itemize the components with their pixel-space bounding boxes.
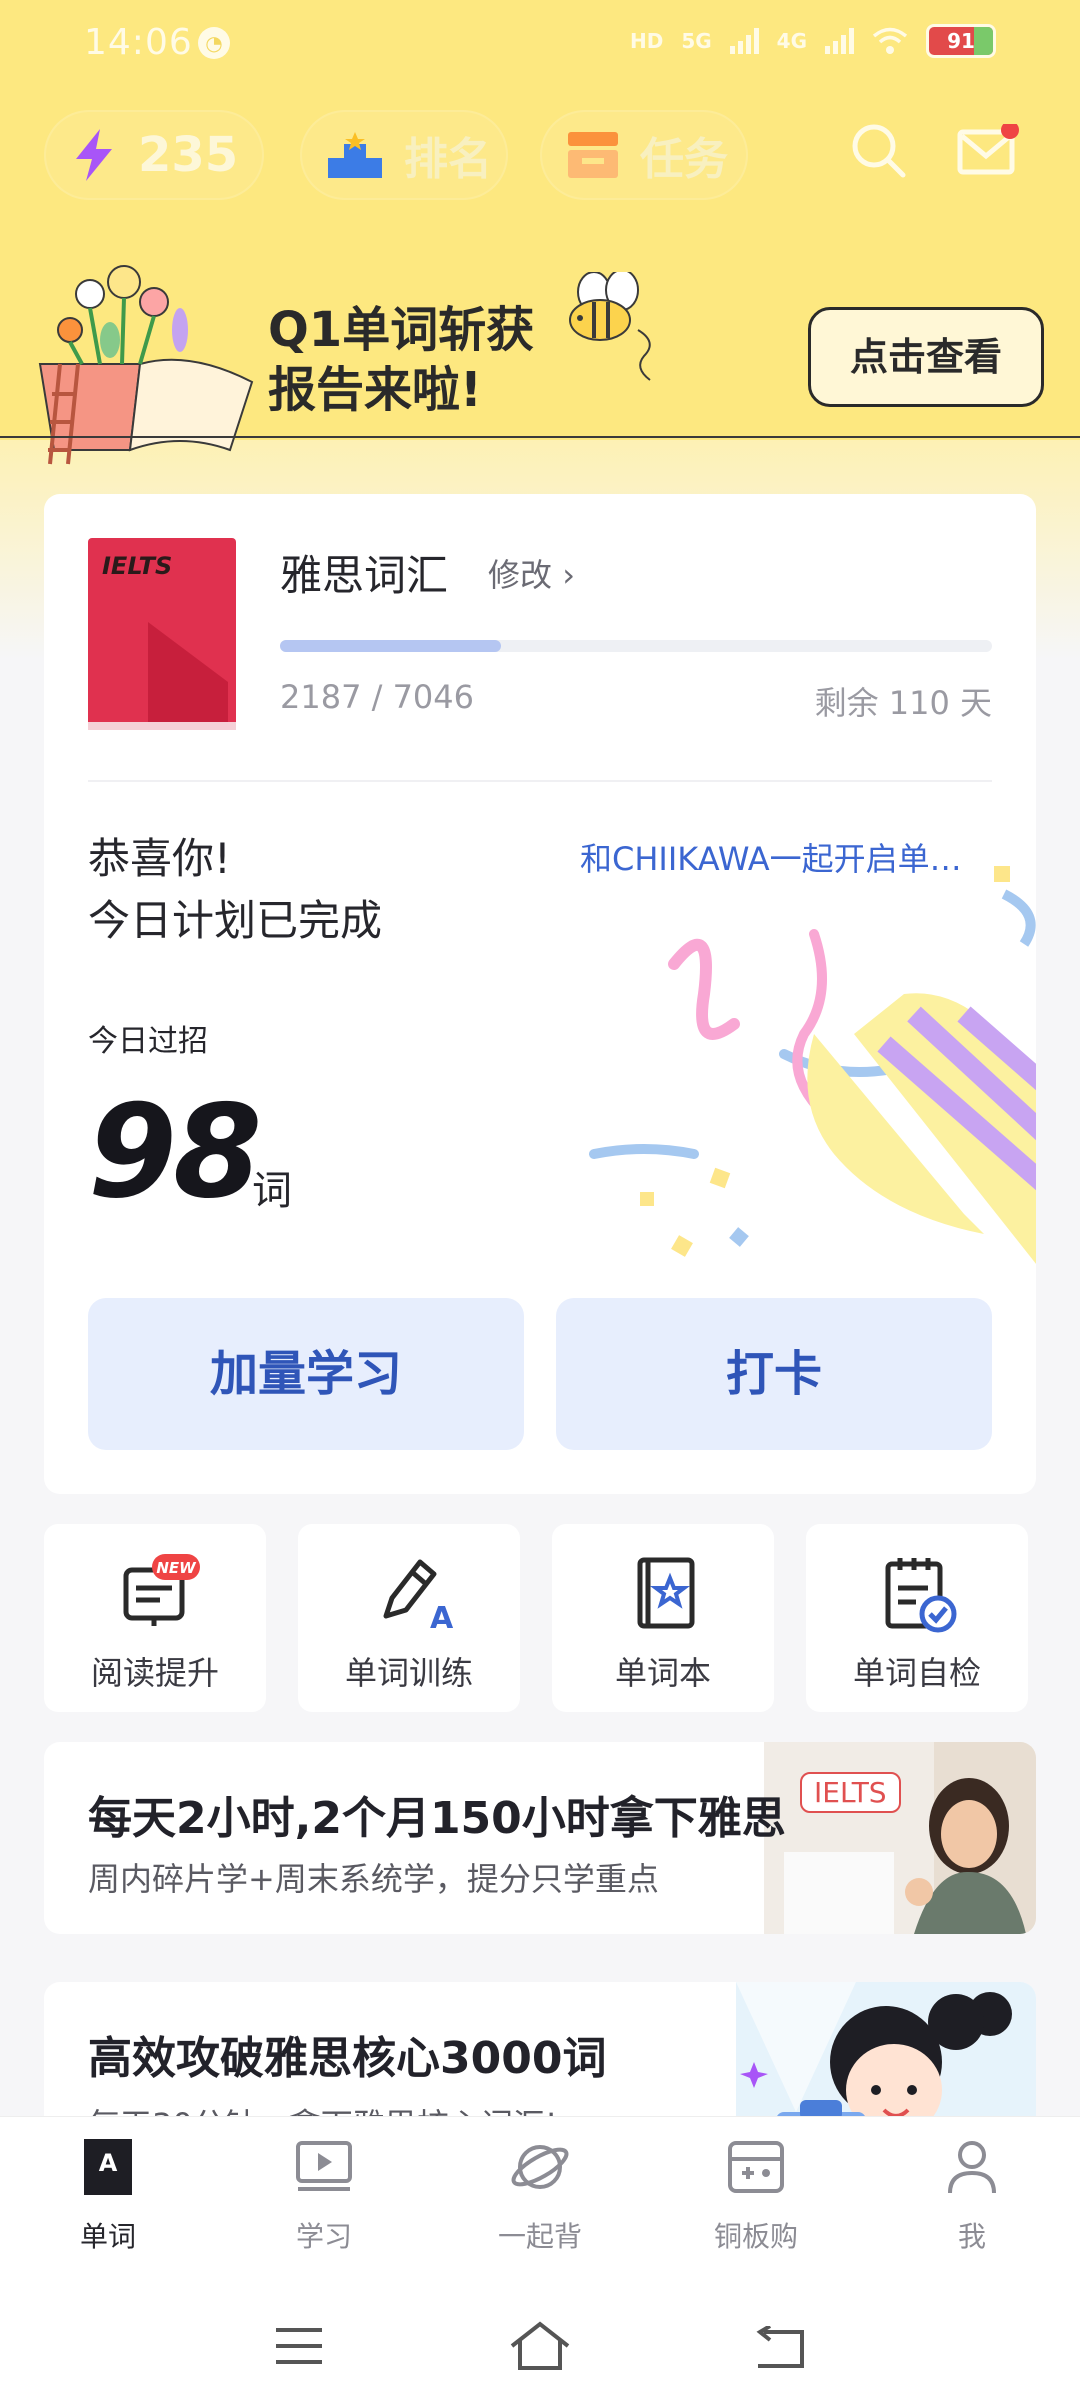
banner-title-line2: 报告来啦! (268, 362, 482, 418)
today-word-count: 98 (88, 1078, 262, 1227)
energy-count: 235 (138, 127, 239, 183)
banner-title: Q1单词斩获 报告来啦! (268, 300, 534, 420)
app-badge-icon: ◔ (198, 27, 230, 59)
svg-text:A: A (430, 1601, 454, 1634)
nav-shop[interactable]: 铜板购 (676, 2137, 836, 2255)
today-word-unit: 词 (252, 1168, 292, 1214)
bee-illustration (569, 272, 651, 381)
tool-self-check[interactable]: 单词自检 (806, 1524, 1028, 1712)
signal-5g-icon (729, 28, 759, 54)
tool-word-training-label: 单词训练 (344, 1654, 473, 1692)
5g-label: 5G (681, 29, 712, 53)
promo-title: 每天2小时,2个月150小时拿下雅思 (88, 1793, 786, 1844)
tool-reading-label: 阅读提升 (90, 1654, 219, 1692)
promo-card-ielts-plan[interactable]: IELTS 每天2小时,2个月150小时拿下雅思 周内碎片学+周末系统学，提分只… (44, 1742, 1036, 1934)
status-time: 14:06 (84, 22, 193, 63)
task-button[interactable]: 任务 (540, 110, 748, 200)
rank-label: 排名 (404, 134, 492, 185)
wifi-icon (872, 27, 908, 54)
congrats-line2: 今日计划已完成 (88, 896, 383, 945)
nav-word-label: 单词 (79, 2220, 136, 2253)
shop-icon (728, 2141, 784, 2193)
promo-title: 高效攻破雅思核心3000词 (88, 2033, 607, 2084)
wordbook-icon (637, 1557, 695, 1629)
nav-me[interactable]: 我 (892, 2137, 1052, 2255)
airplane-tail-icon (148, 622, 228, 722)
today-label: 今日过招 (88, 1024, 208, 1059)
tool-wordbook-label: 单词本 (614, 1654, 711, 1692)
congrats-line1: 恭喜你! (88, 834, 231, 883)
lightning-icon (76, 129, 112, 181)
chevron-right-icon: › (562, 556, 575, 594)
tool-self-check-label: 单词自检 (852, 1654, 981, 1692)
energy-button[interactable]: 235 (44, 110, 264, 200)
tool-word-training[interactable]: A 单词训练 (298, 1524, 520, 1712)
study-icon (296, 2141, 352, 2191)
banner-title-line1: Q1单词斩获 (268, 302, 535, 358)
student-photo (764, 1742, 1036, 1934)
nav-study-label: 学习 (295, 2220, 352, 2253)
task-icon (568, 132, 618, 178)
new-badge: NEW (156, 1559, 197, 1577)
nav-together[interactable]: 一起背 (460, 2137, 620, 2255)
ielts-tag: IELTS (800, 1772, 901, 1813)
system-navigation-bar (0, 2286, 1080, 2408)
chiikawa-link[interactable]: 和CHIIKAWA一起开启单… (580, 834, 992, 880)
mail-icon[interactable] (956, 124, 1020, 180)
4g-label: 4G (776, 29, 807, 53)
nav-study[interactable]: 学习 (244, 2137, 404, 2255)
word-icon: A (84, 2139, 132, 2195)
book-cover[interactable]: IELTS (88, 538, 236, 730)
profile-icon (948, 2141, 996, 2194)
status-bar: 14:06 ◔ HD 5G 4G 91 (0, 0, 1080, 90)
tool-wordbook[interactable]: 单词本 (552, 1524, 774, 1712)
book-spine (88, 722, 236, 730)
congrats-message: 恭喜你! 今日计划已完成 (88, 828, 382, 952)
status-indicators: HD 5G 4G 91 (630, 24, 996, 58)
progress-count: 2187 / 7046 (280, 678, 474, 716)
progress-bar (280, 640, 992, 652)
search-icon[interactable] (848, 120, 908, 180)
battery-icon: 91 (926, 24, 996, 58)
modify-label: 修改 (488, 556, 553, 594)
signal-4g-icon (825, 28, 854, 54)
study-plan-card: IELTS 雅思词汇 修改 › 2187 / 7046 剩余 110 天 恭喜你… (44, 494, 1036, 1494)
task-label: 任务 (640, 134, 728, 185)
podium-icon (328, 132, 382, 178)
rank-button[interactable]: 排名 (300, 110, 508, 200)
planet-icon (511, 2145, 569, 2189)
banner-view-button[interactable]: 点击查看 (808, 307, 1044, 407)
menu-icon[interactable] (274, 2326, 324, 2366)
battery-level: 91 (947, 29, 975, 53)
reading-icon: NEW (123, 1554, 200, 1626)
pencil-icon: A (383, 1559, 454, 1634)
modify-book-link[interactable]: 修改 › (488, 550, 575, 596)
hd-label: HD (629, 29, 664, 53)
nav-word[interactable]: A 单词 (28, 2137, 188, 2255)
bottom-navigation: A 单词 学习 一起背 铜板购 我 (0, 2116, 1080, 2286)
checklist-icon (885, 1558, 957, 1633)
promo-subtitle: 周内碎片学+周末系统学，提分只学重点 (88, 1860, 659, 1898)
mail-unread-dot (1001, 124, 1019, 139)
banner-divider (0, 436, 1080, 438)
extra-study-button[interactable]: 加量学习 (88, 1298, 524, 1450)
party-popper-illustration (589, 866, 1036, 1264)
book-title: 雅思词汇 (280, 551, 449, 600)
tool-reading[interactable]: NEW 阅读提升 (44, 1524, 266, 1712)
svg-text:A: A (99, 2149, 118, 2177)
card-divider (88, 780, 992, 782)
nav-shop-label: 铜板购 (713, 2220, 798, 2253)
remaining-days: 剩余 110 天 (814, 684, 992, 722)
home-icon[interactable] (508, 2320, 572, 2372)
checkin-button[interactable]: 打卡 (556, 1298, 992, 1450)
book-cover-text: IELTS (102, 552, 173, 580)
nav-me-label: 我 (957, 2220, 986, 2253)
nav-together-label: 一起背 (497, 2220, 582, 2253)
back-icon[interactable] (754, 2326, 806, 2372)
progress-fill (280, 640, 501, 652)
